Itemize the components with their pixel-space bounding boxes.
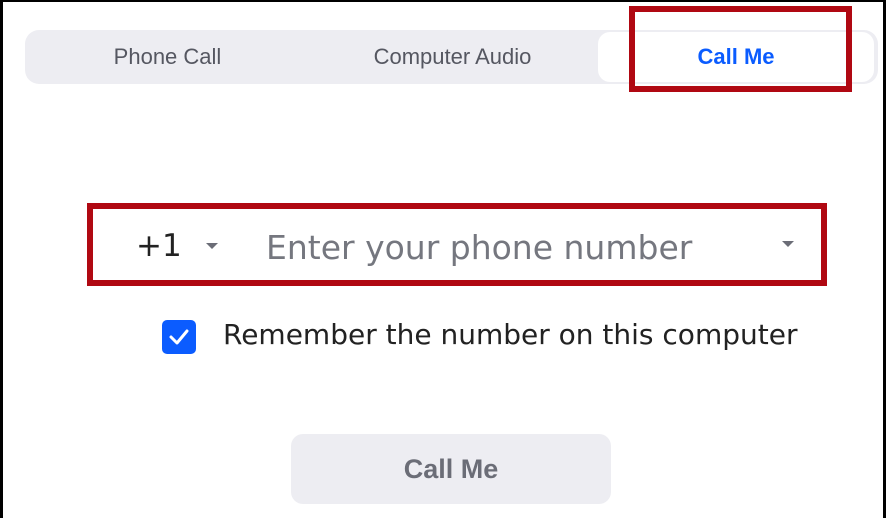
tab-phone-call[interactable]: Phone Call [25,30,310,84]
remember-number-label: Remember the number on this computer [223,318,798,351]
tab-computer-audio[interactable]: Computer Audio [310,30,595,84]
tab-call-me[interactable]: Call Me [598,32,874,82]
checkmark-icon [169,329,189,345]
chevron-down-icon[interactable] [782,241,794,247]
country-code-value: +1 [136,228,182,264]
call-me-button[interactable]: Call Me [291,434,611,504]
country-code-dropdown[interactable]: +1 [122,218,232,276]
remember-number-checkbox[interactable] [162,320,196,354]
chevron-down-icon [206,243,218,249]
phone-number-input[interactable] [258,218,814,276]
